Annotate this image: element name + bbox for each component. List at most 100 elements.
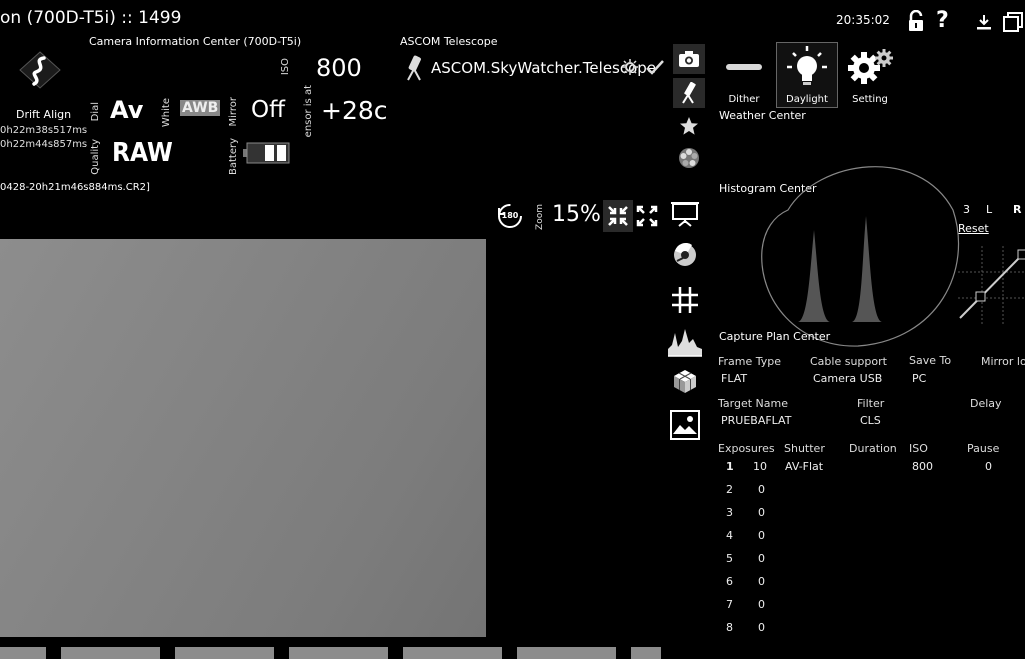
filter-value[interactable]: CLS xyxy=(860,414,881,427)
col-pause: Pause xyxy=(967,442,1000,455)
sensor-temp-value: +28c xyxy=(321,96,388,125)
thumbnail[interactable] xyxy=(0,647,46,659)
table-row[interactable]: 4 0 xyxy=(718,529,1018,542)
histogram-channel-r[interactable]: R xyxy=(1013,203,1021,216)
help-icon[interactable]: ? xyxy=(936,8,949,33)
sensor-label: ensor is at xyxy=(303,85,314,138)
table-row[interactable]: 3 0 xyxy=(718,506,1018,519)
restore-icon[interactable] xyxy=(1002,11,1024,33)
curve-editor[interactable] xyxy=(958,246,1025,324)
row-pause[interactable]: 0 xyxy=(985,460,992,473)
row-number: 7 xyxy=(726,598,733,611)
image-filename: 0428-20h21m46s884ms.CR2] xyxy=(0,182,150,193)
setting-label: Setting xyxy=(852,94,888,105)
weather-panel-title: Weather Center xyxy=(719,109,806,122)
drift-align-icon[interactable] xyxy=(18,50,62,90)
row-exposures[interactable]: 0 xyxy=(758,598,765,611)
star-icon[interactable] xyxy=(673,112,705,140)
delay-label: Delay xyxy=(970,397,1002,410)
save-to-label: Save To xyxy=(909,354,952,367)
dial-label: Dial xyxy=(90,102,101,122)
image-gallery-icon[interactable] xyxy=(668,408,702,442)
lightbulb-icon xyxy=(785,45,829,87)
white-balance-value[interactable]: AWB xyxy=(180,100,221,116)
row-number: 3 xyxy=(726,506,733,519)
settings-small-icon[interactable] xyxy=(622,59,638,75)
zoom-label: Zoom xyxy=(535,204,545,230)
table-row[interactable]: 1 10 AV-Flat 800 0 xyxy=(718,460,1018,473)
battery-icon xyxy=(243,141,291,165)
drift-time-2: 0h22m44s857ms xyxy=(0,139,88,150)
thumbnail[interactable] xyxy=(289,647,388,659)
rotate-180-label: 180 xyxy=(501,211,519,220)
setting-button[interactable]: Setting xyxy=(840,44,900,108)
row-exposures[interactable]: 0 xyxy=(758,506,765,519)
daylight-button[interactable]: Daylight xyxy=(776,42,838,108)
row-number: 8 xyxy=(726,621,733,634)
cable-support-value[interactable]: Camera USB xyxy=(813,372,882,385)
battery-label: Battery xyxy=(228,138,239,176)
camera-icon[interactable] xyxy=(673,44,705,74)
row-exposures[interactable]: 0 xyxy=(758,552,765,565)
table-row[interactable]: 2 0 xyxy=(718,483,1018,496)
mirror-lock-label: Mirror lo xyxy=(981,355,1025,368)
cube-icon[interactable] xyxy=(668,366,702,396)
table-row[interactable]: 7 0 xyxy=(718,598,1018,611)
connected-check-icon xyxy=(645,58,665,76)
target-name-value[interactable]: PRUEBAFLAT xyxy=(721,414,791,427)
dither-icon xyxy=(726,64,762,70)
zoom-fit-icon[interactable] xyxy=(603,200,633,232)
save-to-value[interactable]: PC xyxy=(912,372,926,385)
thumbnail[interactable] xyxy=(403,647,502,659)
row-exposures[interactable]: 0 xyxy=(758,483,765,496)
col-duration: Duration xyxy=(849,442,897,455)
dither-button[interactable]: Dither xyxy=(714,44,774,108)
col-exposures: Exposures xyxy=(718,442,775,455)
telescope-panel-title: ASCOM Telescope xyxy=(400,35,498,48)
row-exposures[interactable]: 0 xyxy=(758,529,765,542)
iso-value[interactable]: 800 xyxy=(316,54,362,82)
thumbnail[interactable] xyxy=(517,647,616,659)
zoom-value[interactable]: 15% xyxy=(552,202,601,227)
zoom-full-icon[interactable] xyxy=(634,200,660,232)
telescope-tool-icon[interactable] xyxy=(673,78,705,108)
row-shutter[interactable]: AV-Flat xyxy=(785,460,823,473)
white-label: White xyxy=(161,98,172,128)
row-number: 2 xyxy=(726,483,733,496)
row-exposures[interactable]: 0 xyxy=(758,621,765,634)
drift-align-label[interactable]: Drift Align xyxy=(16,108,71,121)
grid-icon[interactable] xyxy=(668,284,702,316)
window-title: on (700D-T5i) :: 1499 xyxy=(0,8,182,28)
col-iso: ISO xyxy=(909,442,928,455)
frame-type-value[interactable]: FLAT xyxy=(721,372,747,385)
lock-icon[interactable] xyxy=(906,9,926,32)
focuser-icon[interactable] xyxy=(668,240,702,270)
row-number: 6 xyxy=(726,575,733,588)
row-exposures[interactable]: 0 xyxy=(758,575,765,588)
mirror-label: Mirror xyxy=(228,97,239,127)
daylight-label: Daylight xyxy=(786,94,828,105)
thumbnail[interactable] xyxy=(631,647,661,659)
cable-support-label: Cable support xyxy=(810,355,887,368)
minimize-icon[interactable] xyxy=(974,12,994,32)
telescope-icon xyxy=(404,55,426,81)
filter-label: Filter xyxy=(857,397,885,410)
table-row[interactable]: 8 0 xyxy=(718,621,1018,634)
thumbnail[interactable] xyxy=(175,647,274,659)
row-exposures[interactable]: 10 xyxy=(753,460,767,473)
filter-wheel-icon[interactable] xyxy=(673,144,705,172)
rotate-180-button[interactable]: 180 xyxy=(496,202,524,230)
image-preview[interactable] xyxy=(0,239,486,637)
table-row[interactable]: 6 0 xyxy=(718,575,1018,588)
capture-plan-title: Capture Plan Center xyxy=(719,330,831,343)
row-iso[interactable]: 800 xyxy=(912,460,933,473)
mirror-value[interactable]: Off xyxy=(251,97,285,123)
thumbnail[interactable] xyxy=(61,647,160,659)
histogram-icon[interactable] xyxy=(666,326,704,358)
projector-screen-icon[interactable] xyxy=(668,200,702,228)
table-row[interactable]: 5 0 xyxy=(718,552,1018,565)
quality-value[interactable]: RAW xyxy=(112,138,173,168)
dial-value[interactable]: Av xyxy=(110,96,143,124)
iso-label: ISO xyxy=(280,58,291,76)
histogram-channel-l[interactable]: L xyxy=(986,203,992,216)
